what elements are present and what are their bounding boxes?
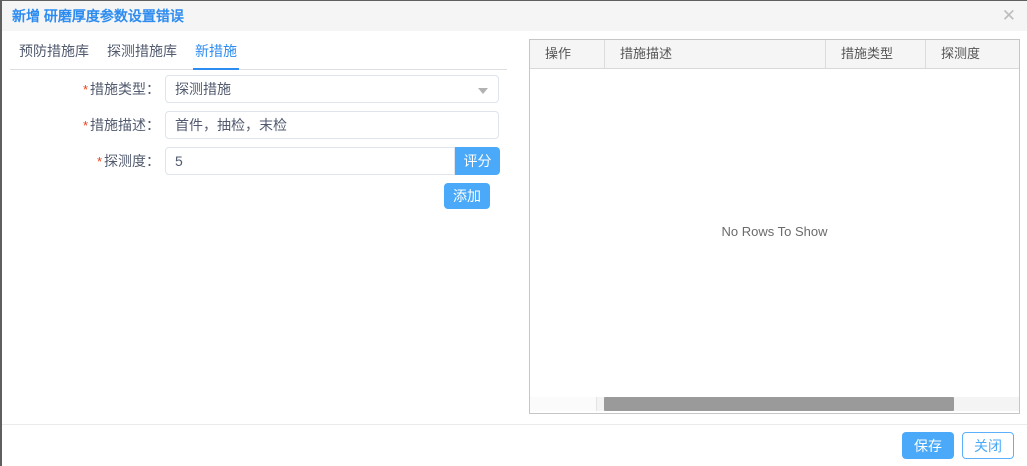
modal-dialog: 新增 研磨厚度参数设置错误 ✕ 预防措施库 探测措施库 新措施 *措施类型： 探…: [0, 0, 1027, 466]
column-header-operation: 操作: [530, 40, 604, 68]
close-icon[interactable]: ✕: [1002, 1, 1016, 31]
score-button[interactable]: 评分: [455, 147, 500, 175]
measure-type-selected-value: 探测措施: [175, 81, 231, 97]
measure-type-label: *措施类型：: [2, 75, 160, 104]
empty-rows-message: No Rows To Show: [530, 68, 1019, 395]
tab-detection-library[interactable]: 探测措施库: [105, 39, 179, 70]
detection-degree-label: *探测度：: [2, 147, 160, 176]
measure-description-input[interactable]: [165, 111, 499, 139]
required-asterisk: *: [83, 118, 88, 133]
required-asterisk: *: [83, 82, 88, 97]
column-header-degree: 探测度: [925, 40, 1019, 68]
dialog-footer: 保存 关闭: [2, 424, 1027, 466]
scrollbar-pinned-spacer: [530, 397, 597, 411]
close-button[interactable]: 关闭: [962, 432, 1014, 459]
measures-table: 操作 措施描述 措施类型 探测度 No Rows To Show: [529, 39, 1020, 414]
dialog-title: 新增 研磨厚度参数设置错误: [12, 1, 184, 31]
save-button[interactable]: 保存: [902, 432, 954, 459]
tab-prevention-library[interactable]: 预防措施库: [17, 39, 91, 70]
detection-degree-input[interactable]: [165, 147, 455, 175]
tab-bar: 预防措施库 探测措施库 新措施: [10, 39, 507, 70]
horizontal-scrollbar: [530, 397, 1019, 411]
dialog-header: 新增 研磨厚度参数设置错误 ✕: [2, 1, 1027, 31]
measure-type-select[interactable]: 探测措施: [165, 75, 499, 103]
dropdown-caret-icon: [478, 88, 488, 94]
scrollbar-thumb[interactable]: [604, 397, 954, 411]
add-button[interactable]: 添加: [444, 183, 490, 209]
tab-new-measure[interactable]: 新措施: [193, 39, 239, 70]
column-header-type: 措施类型: [825, 40, 925, 68]
scrollbar-track[interactable]: [597, 397, 1019, 411]
table-header-row: 操作 措施描述 措施类型 探测度: [530, 40, 1019, 69]
measure-description-label: *措施描述：: [2, 111, 160, 140]
column-header-description: 措施描述: [604, 40, 825, 68]
required-asterisk: *: [97, 154, 102, 169]
